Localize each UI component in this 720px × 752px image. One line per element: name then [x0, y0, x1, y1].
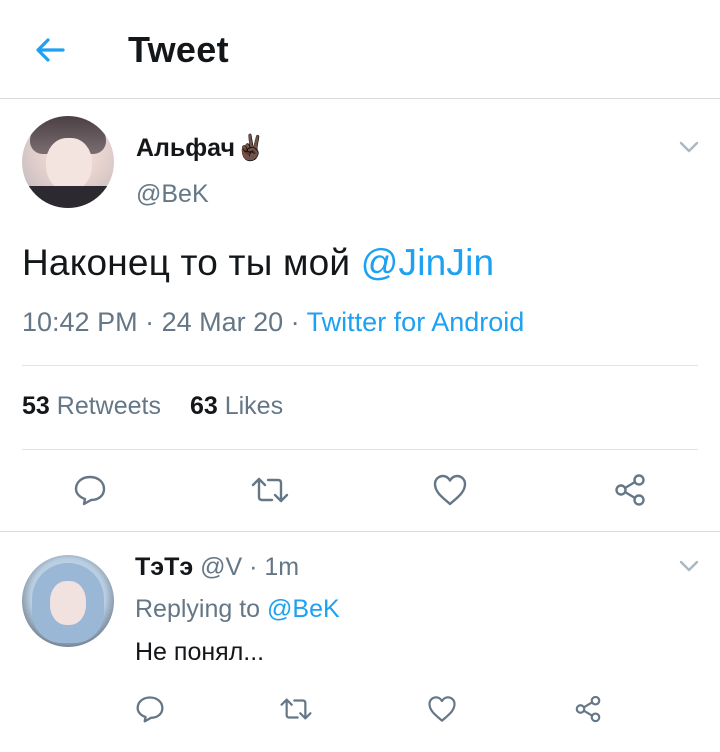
like-button[interactable]: [430, 470, 470, 510]
heart-icon: [428, 696, 456, 722]
heart-icon: [433, 474, 467, 506]
likes-count: 63: [189, 392, 218, 420]
chevron-down-icon[interactable]: [678, 555, 700, 577]
replying-to-link[interactable]: @BeK: [267, 595, 340, 623]
retweets-count: 53: [22, 392, 50, 420]
retweet-button[interactable]: [250, 470, 290, 510]
arrow-left-icon: [36, 38, 65, 62]
page-title: Tweet: [128, 29, 229, 70]
reply-button[interactable]: [130, 689, 170, 729]
tweet-date: 24 Mar 20: [161, 307, 284, 337]
reply-actions: [0, 689, 720, 729]
retweets-stat[interactable]: 53 Retweets: [22, 392, 161, 420]
reply-tweet[interactable]: ТэТэ @V · 1m Replying to @BeK Не понял..…: [0, 533, 720, 752]
app-header: Tweet: [0, 0, 720, 99]
share-icon: [615, 474, 645, 506]
divider: [22, 449, 698, 450]
reply-button[interactable]: [70, 470, 110, 510]
reply-time: 1m: [264, 553, 300, 581]
divider: [22, 365, 698, 366]
tweet-body: Наконец то ты мой: [22, 242, 361, 283]
retweet-button[interactable]: [276, 689, 316, 729]
author-display-name: Альфач: [136, 134, 235, 162]
author-name[interactable]: Альфач✌🏿: [136, 134, 266, 163]
reply-text: Не понял...: [135, 638, 265, 666]
avatar[interactable]: [22, 116, 114, 208]
tweet-time: 10:42 PM: [22, 307, 138, 337]
replying-prefix: Replying to: [135, 595, 268, 623]
victory-hand-emoji: ✌🏿: [234, 134, 267, 162]
main-tweet[interactable]: Альфач✌🏿 @BeK Наконец то ты мой @JinJin …: [0, 100, 720, 532]
retweet-icon: [280, 698, 312, 720]
replying-to: Replying to @BeK: [135, 595, 340, 624]
avatar[interactable]: [22, 555, 114, 647]
tweet-meta: 10:42 PM · 24 Mar 20 · Twitter for Andro…: [22, 307, 525, 337]
back-button[interactable]: [30, 30, 70, 70]
chevron-down-icon[interactable]: [678, 136, 700, 158]
author-handle[interactable]: @BeK: [136, 180, 209, 209]
share-button[interactable]: [610, 470, 650, 510]
retweet-icon: [251, 477, 289, 503]
tweet-stats: 53 Retweets 63 Likes: [22, 392, 283, 421]
reply-icon: [136, 696, 164, 723]
likes-stat[interactable]: 63 Likes: [190, 392, 283, 420]
likes-label: Likes: [224, 392, 284, 420]
mention-link[interactable]: @JinJin: [361, 242, 495, 283]
reply-author-name[interactable]: ТэТэ: [135, 553, 193, 581]
reply-author-handle[interactable]: @V: [200, 553, 242, 581]
retweets-label: Retweets: [56, 392, 161, 420]
reply-icon: [74, 475, 106, 506]
tweet-actions: [0, 470, 720, 510]
tweet-source-link[interactable]: Twitter for Android: [307, 307, 525, 337]
like-button[interactable]: [422, 689, 462, 729]
tweet-text: Наконец то ты мой @JinJin: [22, 242, 494, 284]
share-icon: [575, 695, 601, 723]
reply-header: ТэТэ @V · 1m: [135, 553, 300, 581]
share-button[interactable]: [568, 689, 608, 729]
